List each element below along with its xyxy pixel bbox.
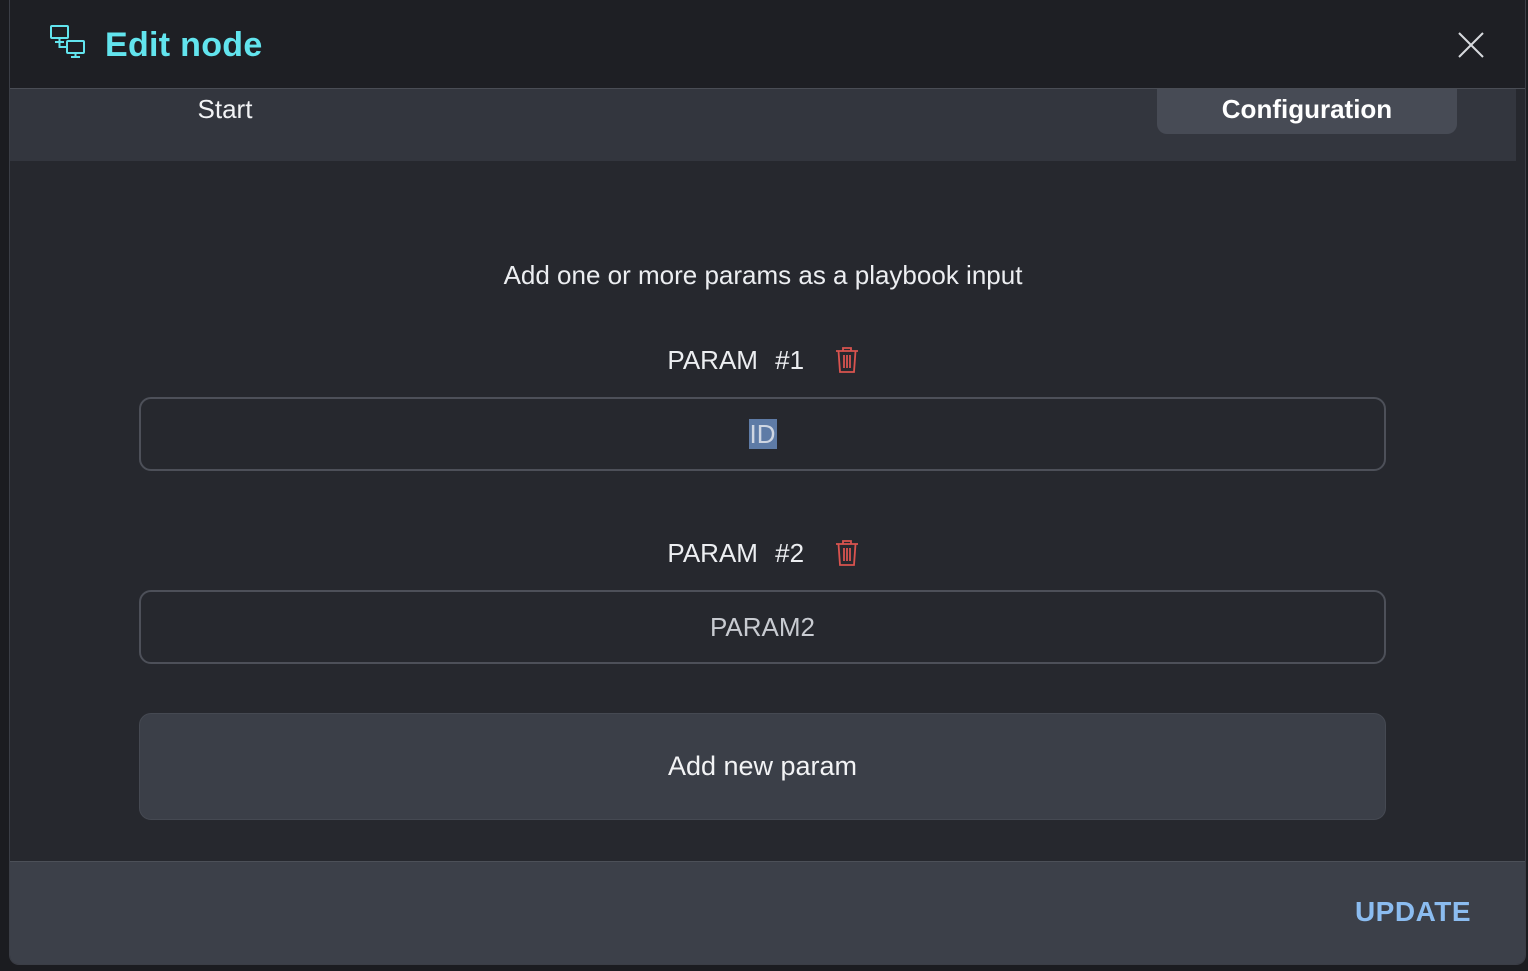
edit-node-modal: Edit node Start Configuration Add one or… bbox=[9, 0, 1526, 965]
params-description: Add one or more params as a playbook inp… bbox=[503, 260, 1023, 290]
param-header-1: PARAM #1 bbox=[10, 340, 1516, 380]
param-input-2[interactable]: PARAM2 bbox=[139, 590, 1386, 664]
trash-icon[interactable] bbox=[835, 346, 859, 374]
trash-icon[interactable] bbox=[835, 539, 859, 567]
tab-bar: Start Configuration bbox=[10, 89, 1516, 161]
param-label: PARAM #2 bbox=[667, 538, 805, 568]
param-label: PARAM #1 bbox=[667, 345, 805, 375]
modal-header: Edit node bbox=[10, 0, 1525, 89]
modal-footer: UPDATE bbox=[10, 861, 1525, 964]
tabbar-edge bbox=[1516, 89, 1525, 161]
update-button[interactable]: UPDATE bbox=[1355, 892, 1471, 932]
add-new-param-button[interactable]: Add new param bbox=[139, 713, 1386, 820]
param-header-2: PARAM #2 bbox=[10, 533, 1516, 573]
param-value: PARAM2 bbox=[710, 612, 815, 642]
tab-configuration[interactable]: Configuration bbox=[1157, 89, 1457, 134]
modal-title: Edit node bbox=[105, 26, 263, 64]
param-value-selected: ID bbox=[748, 419, 777, 449]
tab-start[interactable]: Start bbox=[155, 89, 295, 133]
network-monitors-icon bbox=[50, 25, 85, 58]
close-icon[interactable] bbox=[1456, 30, 1486, 60]
param-input-1[interactable]: ID bbox=[139, 397, 1386, 471]
